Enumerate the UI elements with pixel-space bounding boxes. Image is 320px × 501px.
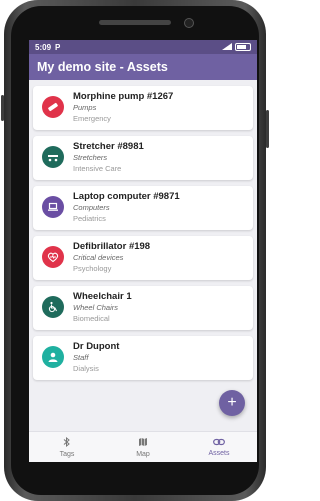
status-time: 5:09 [35, 42, 52, 52]
asset-category: Staff [73, 353, 89, 362]
nav-label: Map [136, 450, 150, 458]
asset-list: Morphine pump #1267 Pumps Emergency Stre… [29, 80, 257, 380]
asset-category: Stretchers [73, 153, 108, 162]
asset-card[interactable]: Morphine pump #1267 Pumps Emergency [33, 86, 253, 130]
volume-button [1, 95, 4, 121]
nav-label: Assets [208, 449, 230, 457]
asset-name: Defibrillator #198 [73, 241, 151, 252]
battery-icon [235, 43, 251, 51]
app-bar: My demo site - Assets [29, 54, 257, 80]
bluetooth-icon [63, 436, 71, 450]
nav-item-map[interactable]: Map [105, 432, 181, 462]
front-camera [184, 18, 194, 28]
phone-frame: 5:09 P My demo site - Assets Morphine pu… [1, 0, 269, 501]
asset-name: Laptop computer #9871 [73, 191, 180, 202]
asset-location: Biomedical [73, 314, 110, 323]
nav-label: Tags [59, 450, 75, 458]
nav-item-assets[interactable]: Assets [181, 432, 257, 462]
asset-name: Stretcher #8981 [73, 141, 144, 152]
plus-icon: + [227, 394, 237, 411]
asset-location: Psychology [73, 264, 112, 273]
bottom-navigation: Tags Map Assets [29, 431, 257, 462]
asset-location: Intensive Care [73, 164, 122, 173]
app-screen: 5:09 P My demo site - Assets Morphine pu… [29, 40, 257, 462]
add-asset-button[interactable]: + [219, 390, 245, 416]
heart-icon [42, 246, 64, 268]
asset-location: Pediatrics [73, 214, 106, 223]
asset-card[interactable]: Stretcher #8981 Stretchers Intensive Car… [33, 136, 253, 180]
status-bar: 5:09 P [29, 40, 257, 54]
signal-icon [222, 42, 232, 52]
speaker-grill [99, 20, 171, 25]
asset-category: Computers [73, 203, 110, 212]
asset-card[interactable]: Wheelchair 1 Wheel Chairs Biomedical [33, 286, 253, 330]
asset-category: Wheel Chairs [73, 303, 119, 312]
asset-card[interactable]: Dr Dupont Staff Dialysis [33, 336, 253, 380]
power-button [266, 110, 269, 148]
asset-category: Pumps [73, 103, 97, 112]
nav-item-tags[interactable]: Tags [29, 432, 105, 462]
laptop-icon [42, 196, 64, 218]
asset-name: Wheelchair 1 [73, 291, 132, 302]
carrier-icon: P [55, 42, 61, 52]
asset-name: Morphine pump #1267 [73, 91, 174, 102]
map-icon [138, 437, 148, 450]
person-icon [42, 346, 64, 368]
page-title: My demo site - Assets [37, 60, 168, 74]
asset-category: Critical devices [73, 253, 124, 262]
asset-card[interactable]: Laptop computer #9871 Computers Pediatri… [33, 186, 253, 230]
wheelchair-icon [42, 296, 64, 318]
asset-location: Dialysis [73, 364, 99, 373]
stretcher-icon [42, 146, 64, 168]
asset-card[interactable]: Defibrillator #198 Critical devices Psyc… [33, 236, 253, 280]
asset-location: Emergency [73, 114, 111, 123]
asset-name: Dr Dupont [73, 341, 120, 352]
pump-icon [42, 96, 64, 118]
link-icon [213, 438, 225, 449]
